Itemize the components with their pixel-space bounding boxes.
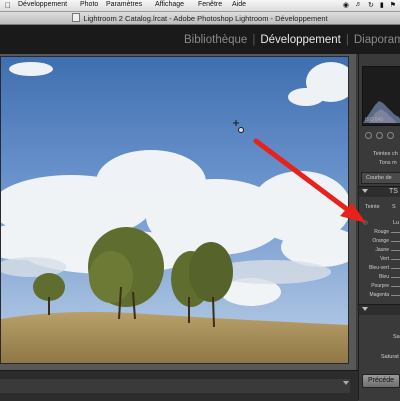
hsl-row[interactable]: Jaune xyxy=(359,246,400,255)
slider-track[interactable] xyxy=(391,241,400,242)
menu-status-area: ◉ ♬ ↻ ▮ ⚑ xyxy=(343,1,396,9)
crop-tool-icon[interactable] xyxy=(365,132,372,139)
window-title: Lightroom 2 Catalog.lrcat - Adobe Photos… xyxy=(0,13,400,23)
tone-label-highlights: Teintes ch xyxy=(373,151,398,157)
hsl-row[interactable]: Vert xyxy=(359,255,400,264)
split-toning-header[interactable] xyxy=(359,304,400,315)
slider-track[interactable] xyxy=(391,295,400,296)
slider-track[interactable] xyxy=(391,250,400,251)
module-separator: | xyxy=(252,34,256,46)
target-adjust-icon[interactable]: ◎ xyxy=(363,220,368,226)
apple-menu-icon[interactable]:  xyxy=(5,1,11,10)
slider-track[interactable] xyxy=(391,232,400,233)
label-saturation: Saturat xyxy=(381,354,399,360)
module-separator: | xyxy=(345,34,349,46)
row-luminance: Lu xyxy=(393,220,400,226)
menu-affichage[interactable]: Affichage xyxy=(155,1,184,8)
tone-label-midtones: Tons m xyxy=(379,160,397,166)
previous-button[interactable]: Précéde xyxy=(362,374,400,388)
iso-readout: ISO 640 xyxy=(365,117,384,123)
tab-saturation[interactable]: S xyxy=(392,204,396,210)
document-icon xyxy=(72,13,81,22)
wifi-icon[interactable]: ◉ xyxy=(343,1,349,9)
module-slideshow[interactable]: Diaporama xyxy=(354,34,400,46)
battery-icon[interactable]: ▮ xyxy=(380,1,384,9)
volume-icon[interactable]: ♬ xyxy=(355,1,362,9)
spot-removal-icon[interactable] xyxy=(376,132,383,139)
hsl-section-title: TS xyxy=(389,188,398,195)
toolbar-dropdown-icon[interactable] xyxy=(343,381,349,385)
tab-teinte[interactable]: Teinte xyxy=(365,204,380,210)
develop-right-panel: ISO 640 Teintes ch Tons m Courbe de TS T… xyxy=(358,54,400,400)
hsl-row[interactable]: Magenta xyxy=(359,291,400,300)
flag-icon[interactable]: ⚑ xyxy=(390,1,396,9)
menu-aide[interactable]: Aide xyxy=(232,1,246,8)
mac-menu-bar:  Développement Photo Paramètres Afficha… xyxy=(0,0,400,12)
menu-photo[interactable]: Photo xyxy=(80,1,98,8)
bottom-toolbar xyxy=(0,370,358,401)
red-eye-icon[interactable] xyxy=(387,132,394,139)
slider-track[interactable] xyxy=(391,259,400,260)
tone-curve-button[interactable]: Courbe de xyxy=(361,172,400,184)
collapse-triangle-icon xyxy=(362,189,368,193)
slider-track[interactable] xyxy=(391,268,400,269)
hsl-row[interactable]: Rouge xyxy=(359,228,400,237)
hsl-row[interactable]: Orange xyxy=(359,237,400,246)
hsl-row[interactable]: Pourpre xyxy=(359,282,400,291)
hsl-section-header[interactable]: TS xyxy=(359,186,400,197)
menu-fenetre[interactable]: Fenêtre xyxy=(198,1,222,8)
slider-track[interactable] xyxy=(391,277,400,278)
sync-icon[interactable]: ↻ xyxy=(368,1,374,9)
histogram: ISO 640 xyxy=(362,66,400,126)
menu-parametres[interactable]: Paramètres xyxy=(106,1,142,8)
module-develop[interactable]: Développement xyxy=(260,34,341,46)
menu-developpement[interactable]: Développement xyxy=(18,1,67,8)
toolbar-strip xyxy=(0,379,350,393)
tool-strip xyxy=(359,126,400,146)
hsl-row[interactable]: Bleu-vert xyxy=(359,264,400,273)
module-library[interactable]: Bibliothèque xyxy=(184,34,247,46)
photo-canvas[interactable] xyxy=(0,54,356,370)
label-sa: Sa xyxy=(393,334,400,340)
collapse-triangle-icon xyxy=(362,307,368,311)
landscape-photo xyxy=(0,56,349,364)
slider-track[interactable] xyxy=(391,286,400,287)
window-title-bar: Lightroom 2 Catalog.lrcat - Adobe Photos… xyxy=(0,12,400,25)
module-picker: Bibliothèque | Développement | Diaporama xyxy=(0,25,400,54)
hsl-row[interactable]: Bleu xyxy=(359,273,400,282)
